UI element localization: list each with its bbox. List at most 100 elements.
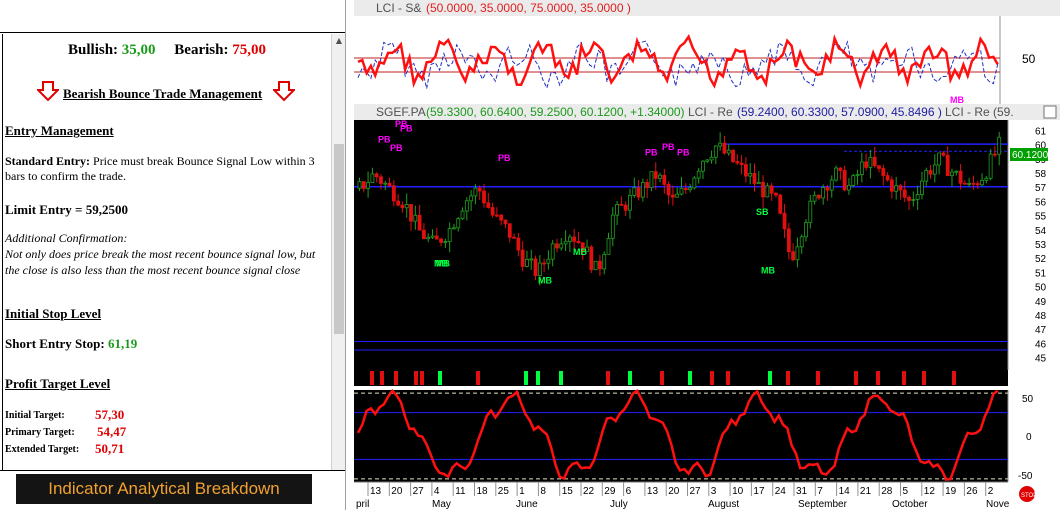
signal-bar <box>816 371 820 385</box>
candle-body <box>859 161 864 175</box>
signal-label: MB <box>573 247 587 257</box>
price-tick-label: 47 <box>1035 325 1047 336</box>
candle-body <box>494 214 499 217</box>
signal-bar <box>922 371 926 385</box>
target-label: Extended Target: <box>5 444 80 455</box>
candle-body <box>709 156 714 161</box>
date-tick-label: 20 <box>391 486 403 497</box>
scrollbar-thumb[interactable] <box>334 144 344 334</box>
signal-bar <box>438 371 442 385</box>
candle-body <box>855 174 860 177</box>
price-tick-label: 53 <box>1035 240 1047 251</box>
signal-label: MB <box>761 265 775 275</box>
candle-body <box>602 253 607 270</box>
candle-body <box>533 258 538 276</box>
candle-body <box>460 210 465 220</box>
candle-body <box>937 152 941 166</box>
candle-body <box>434 235 439 240</box>
candle-body <box>507 223 512 238</box>
signal-label: MB <box>434 258 448 268</box>
candle-body <box>452 227 456 230</box>
date-tick-label: 21 <box>860 486 872 497</box>
candle-body <box>598 260 602 270</box>
signal-label: PB <box>662 142 675 152</box>
candle-body <box>864 161 869 168</box>
candle-body <box>417 214 422 231</box>
extended-target: Extended Target: 50,71 <box>5 441 124 456</box>
price-tick-label: 46 <box>1035 339 1047 350</box>
trade-management-content: Bullish: 35,00 Bearish: 75,00 Bearish Bo… <box>2 34 330 470</box>
breakdown-bar: Indicator Analytical Breakdown <box>0 470 345 510</box>
candle-body <box>795 246 800 261</box>
candle-body <box>988 153 993 179</box>
candle-body <box>615 204 620 216</box>
date-tick-label: 25 <box>498 486 510 497</box>
candle-body <box>782 212 787 230</box>
date-tick-label: 10 <box>732 486 744 497</box>
date-tick-label: 8 <box>540 486 546 497</box>
price-tick-label: 56 <box>1035 197 1047 208</box>
month-label: May <box>432 499 451 510</box>
limit-entry: Limit Entry = 59,2500 <box>5 202 128 217</box>
scroll-up-icon[interactable]: ▲ <box>332 34 345 48</box>
additional-confirmation-text: Not only does price break the most recen… <box>5 247 316 277</box>
candle-body <box>430 235 435 238</box>
candle-body <box>619 204 624 206</box>
candle-body <box>774 192 778 196</box>
candle-body <box>688 187 692 191</box>
candle-body <box>632 187 637 196</box>
candle-body <box>889 179 894 192</box>
candle-body <box>636 187 641 198</box>
date-tick-label: 15 <box>562 486 574 497</box>
signal-bar <box>660 371 664 385</box>
date-tick-label: 13 <box>370 486 382 497</box>
signal-bar <box>606 371 610 385</box>
candle-body <box>945 154 950 177</box>
candle-body <box>486 202 491 208</box>
candle-body <box>769 185 774 194</box>
candle-body <box>662 174 667 185</box>
candle-body <box>984 177 989 181</box>
signal-bar <box>710 371 714 385</box>
candle-body <box>542 262 547 265</box>
candle-body <box>550 243 555 260</box>
candle-body <box>761 181 765 198</box>
candle-body <box>645 182 650 189</box>
candle-body <box>726 149 731 154</box>
candle-body <box>456 218 461 229</box>
signal-strip-axis <box>1008 370 1060 386</box>
candle-body <box>786 228 791 253</box>
price-symbol: SGEF.PA <box>376 105 426 119</box>
date-tick-label: 29 <box>604 486 616 497</box>
candle-body <box>529 258 534 261</box>
pane-maximize-icon[interactable] <box>1043 105 1057 119</box>
panel-scrollbar[interactable]: ▲ <box>331 34 345 470</box>
candle-body <box>525 258 529 267</box>
candle-body <box>400 204 405 209</box>
candle-body <box>898 185 903 191</box>
candle-body <box>649 171 654 189</box>
candle-body <box>482 190 486 204</box>
candle-body <box>640 182 645 198</box>
indicator-analytical-breakdown-button[interactable]: Indicator Analytical Breakdown <box>16 474 312 504</box>
candle-body <box>962 182 967 185</box>
date-tick-label: 31 <box>796 486 808 497</box>
date-tick-label: 24 <box>775 486 787 497</box>
chart-canvas[interactable]: LCI - S& (50.0000, 35.0000, 75.0000, 35.… <box>354 0 1060 510</box>
candle-body <box>357 181 362 189</box>
candle-body <box>671 194 675 198</box>
candle-body <box>799 236 804 248</box>
candle-body <box>387 182 392 187</box>
candle-body <box>735 161 740 164</box>
candle-body <box>606 237 611 255</box>
bullish-value: 35,00 <box>121 42 156 58</box>
candle-body <box>490 207 495 216</box>
candle-body <box>868 156 873 168</box>
candle-body <box>683 187 688 191</box>
trade-management-panel: Bullish: 35,00 Bearish: 75,00 Bearish Bo… <box>0 0 346 510</box>
target-value: 57,30 <box>95 407 125 422</box>
entry-management-heading: Entry Management <box>5 123 114 138</box>
candle-body <box>572 236 577 242</box>
chart-area[interactable]: LCI - S& (50.0000, 35.0000, 75.0000, 35.… <box>354 0 1060 510</box>
candle-body <box>902 189 907 198</box>
